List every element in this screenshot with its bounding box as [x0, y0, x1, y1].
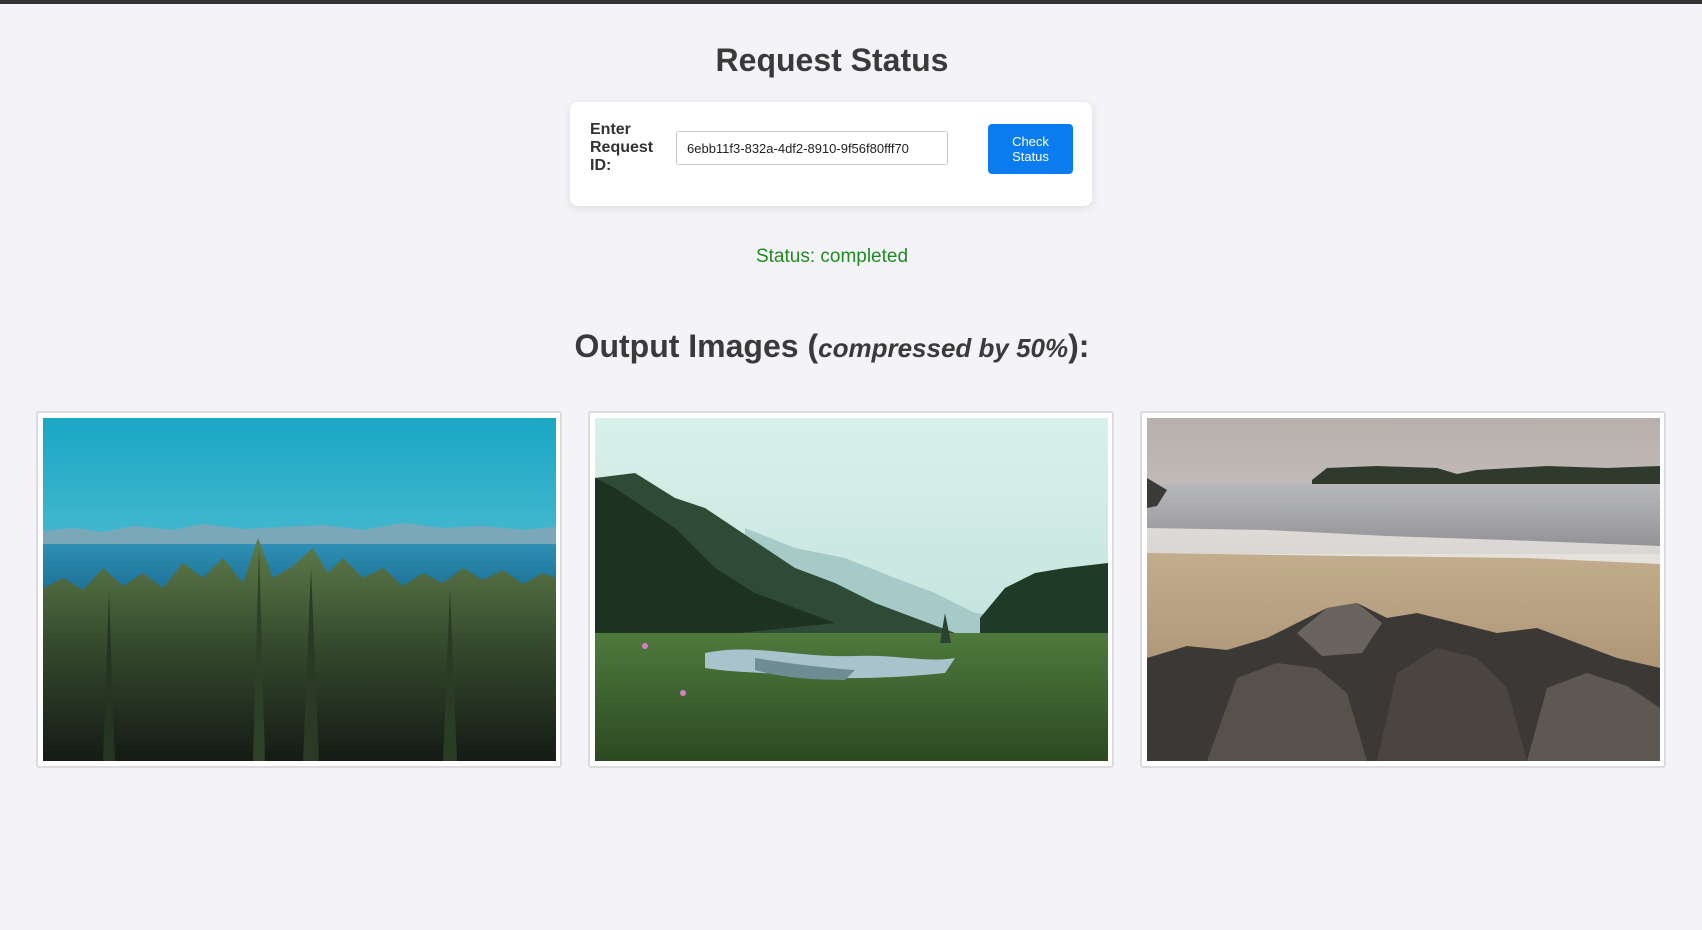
- output-image-gallery: [36, 411, 1668, 768]
- output-image-card: [1140, 411, 1666, 768]
- output-images-heading: Output Images (compressed by 50%):: [0, 328, 1664, 365]
- status-message: Status: completed: [755, 246, 909, 267]
- output-title-suffix: ):: [1068, 328, 1090, 364]
- rocky-beach-image[interactable]: [1147, 418, 1660, 761]
- output-image-card: [588, 411, 1114, 768]
- forest-coast-image[interactable]: [43, 418, 556, 761]
- check-status-button[interactable]: Check Status: [988, 124, 1073, 174]
- top-border-bar: [0, 0, 1702, 4]
- request-form-card: Enter Request ID: Check Status: [570, 102, 1092, 206]
- output-image-card: [36, 411, 562, 768]
- request-id-input[interactable]: [676, 131, 948, 165]
- request-id-label: Enter Request ID:: [590, 121, 654, 174]
- page-title: Request Status: [715, 42, 949, 78]
- output-title-emphasis: compressed by 50%: [818, 333, 1069, 363]
- river-valley-image[interactable]: [595, 418, 1108, 761]
- output-title-prefix: Output Images (: [574, 328, 819, 364]
